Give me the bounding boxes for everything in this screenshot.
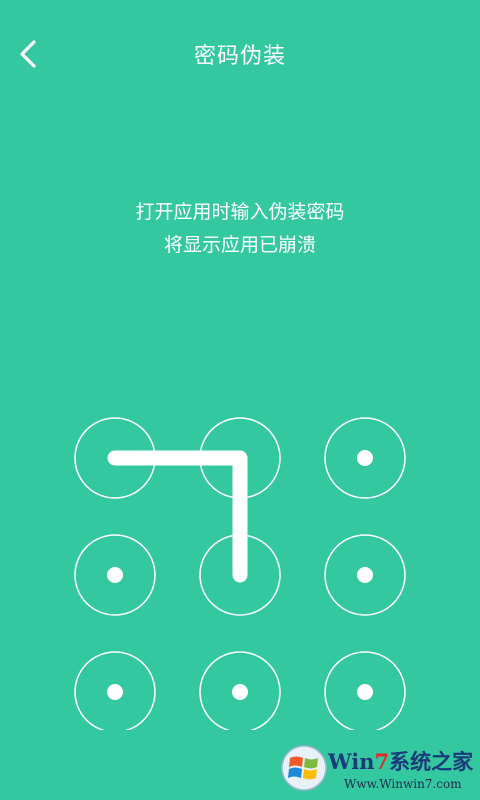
watermark-brand: Win7系统之家	[328, 749, 474, 774]
pattern-dot-7[interactable]	[74, 651, 156, 733]
pattern-dot-6[interactable]	[324, 534, 406, 616]
pattern-dot-center	[107, 567, 123, 583]
watermark-logo: Win7系统之家 Www.Winwin7.com	[278, 740, 478, 798]
pattern-dot-center	[357, 450, 373, 466]
hint-line-1: 打开应用时输入伪装密码	[135, 201, 345, 223]
windows-logo-icon	[281, 745, 327, 791]
pattern-dot-9[interactable]	[324, 651, 406, 733]
pattern-dot-center	[357, 684, 373, 700]
pattern-dot-center	[107, 684, 123, 700]
hint-text: 打开应用时输入伪装密码 将显示应用已崩溃	[0, 196, 480, 262]
pattern-dot-3[interactable]	[324, 417, 406, 499]
pattern-dot-8[interactable]	[199, 651, 281, 733]
pattern-dot-center	[232, 684, 248, 700]
page-title: 密码伪装	[193, 44, 286, 69]
pattern-dot-center	[357, 567, 373, 583]
pattern-lock[interactable]	[0, 400, 480, 733]
pattern-dot-4[interactable]	[74, 534, 156, 616]
header-bar: 密码伪装	[0, 0, 480, 110]
hint-line-2: 将显示应用已崩溃	[163, 234, 316, 256]
pattern-canvas[interactable]	[0, 400, 480, 733]
pattern-path-line	[107, 450, 248, 583]
watermark-url: Www.Winwin7.com	[344, 777, 462, 791]
